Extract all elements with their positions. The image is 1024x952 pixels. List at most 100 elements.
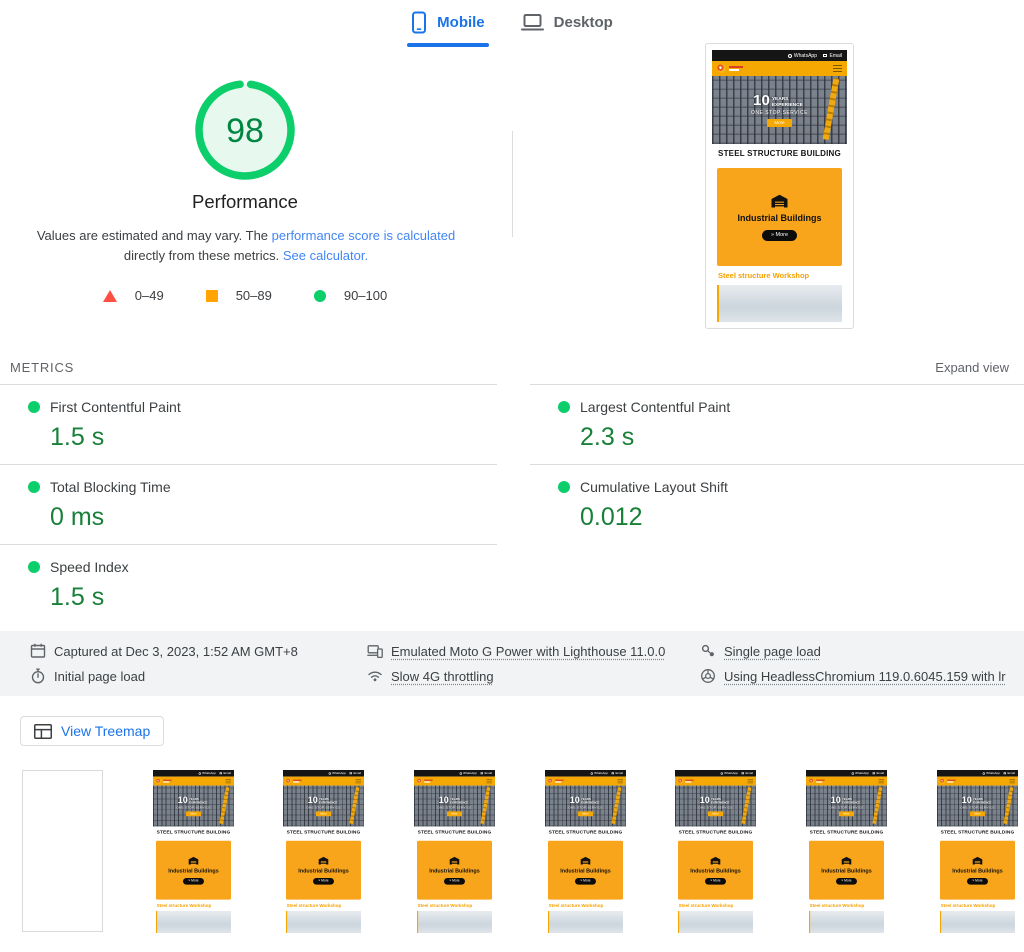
view-treemap-label: View Treemap <box>61 723 150 739</box>
whatsapp-link: WhatsApp <box>721 772 738 776</box>
footer-image <box>678 911 753 933</box>
device-text[interactable]: Emulated Moto G Power with Lighthouse 11… <box>391 644 665 659</box>
screenshot-header <box>283 777 364 786</box>
site-heading: STEEL STRUCTURE BUILDING <box>283 826 364 837</box>
disclaimer-text-2: directly from these metrics. <box>124 248 283 263</box>
hamburger-icon <box>356 779 361 784</box>
hero-button: More <box>970 811 985 816</box>
legend-pass: 90–100 <box>314 288 387 303</box>
metrics-column-left: First Contentful Paint 1.5 s Total Block… <box>0 384 497 624</box>
tab-desktop[interactable]: Desktop <box>517 0 617 47</box>
pagespeed-report: Mobile Desktop 98 Performance Values are… <box>0 0 1024 952</box>
env-throttling: Slow 4G throttling <box>367 668 700 684</box>
filmstrip-frame: WhatsApp Email 10 YEARS EXPERIENCE ONE S… <box>414 770 495 933</box>
see-calculator-link[interactable]: See calculator. <box>283 248 368 263</box>
whatsapp-label: WhatsApp <box>855 772 869 776</box>
site-heading: STEEL STRUCTURE BUILDING <box>937 826 1018 837</box>
hero-button: More <box>447 811 462 816</box>
site-screenshot: WhatsApp Email 10 YEARS EXPERIENCE ONE S… <box>712 50 847 322</box>
score-calc-link[interactable]: performance score is calculated <box>272 228 456 243</box>
metric-value: 0.012 <box>580 503 1024 532</box>
screenshot-header <box>712 61 847 76</box>
footer-image <box>548 911 623 933</box>
email-link: Email <box>873 772 884 776</box>
hero-banner: 10 YEARS EXPERIENCE ONE STOP SERVICE Mor… <box>153 786 234 827</box>
env-load-type: Initial page load <box>30 668 367 684</box>
card-more-button: » More <box>183 878 204 885</box>
stopwatch-icon <box>30 668 46 684</box>
logo-icon <box>548 778 553 783</box>
footer-image <box>156 911 231 933</box>
phone-glyph-icon <box>198 772 200 774</box>
load-type-text: Initial page load <box>54 669 145 684</box>
footer-image <box>940 911 1015 933</box>
hero-button: More <box>578 811 593 816</box>
email-label: Email <box>615 772 623 776</box>
card-title: Industrial Buildings <box>299 868 349 874</box>
captured-text: Captured at Dec 3, 2023, 1:52 AM GMT+8 <box>54 644 298 659</box>
view-treemap-button[interactable]: View Treemap <box>20 716 164 746</box>
sampling-text[interactable]: Single page load <box>724 644 821 659</box>
site-heading: STEEL STRUCTURE BUILDING <box>712 144 847 163</box>
metrics-column-right: Largest Contentful Paint 2.3 s Cumulativ… <box>530 384 1024 624</box>
site-heading: STEEL STRUCTURE BUILDING <box>153 826 234 837</box>
email-link: Email <box>1003 772 1014 776</box>
site-screenshot: WhatsApp Email 10 YEARS EXPERIENCE ONE S… <box>806 770 887 933</box>
phone-glyph-icon <box>590 772 592 774</box>
expand-view-button[interactable]: Expand view <box>935 360 1009 375</box>
logo-icon <box>156 778 161 783</box>
filmstrip-frame: WhatsApp Email 10 YEARS EXPERIENCE ONE S… <box>937 770 1018 933</box>
hero-banner: 10 YEARS EXPERIENCE ONE STOP SERVICE Mor… <box>675 786 756 827</box>
metric-speed-index: Speed Index 1.5 s <box>0 544 497 624</box>
pass-dot-icon <box>28 401 40 413</box>
hero-banner: 10 YEARS EXPERIENCE ONE STOP SERVICE Mor… <box>283 786 364 827</box>
score-legend: 0–49 50–89 90–100 <box>0 288 490 303</box>
env-column-3: Single page load Using HeadlessChromium … <box>700 643 1024 685</box>
card-more-button: » More <box>836 878 857 885</box>
email-label: Email <box>485 772 493 776</box>
site-logo <box>809 778 824 783</box>
footer-image <box>286 911 361 933</box>
hero-line2: ONE STOP SERVICE <box>751 110 808 116</box>
filmstrip-frame: WhatsApp Email 10 YEARS EXPERIENCE ONE S… <box>153 770 234 933</box>
crane-graphic <box>1003 787 1013 824</box>
logo-icon <box>417 778 422 783</box>
site-heading: STEEL STRUCTURE BUILDING <box>545 826 626 837</box>
laptop-icon <box>521 13 544 32</box>
phone-glyph-icon <box>982 772 984 774</box>
whatsapp-link: WhatsApp <box>198 772 215 776</box>
hero-button: More <box>317 811 332 816</box>
hero-line2: ONE STOP SERVICE <box>830 806 864 810</box>
whatsapp-link: WhatsApp <box>982 772 999 776</box>
hero-line1: YEARS EXPERIENCE <box>842 796 862 805</box>
hero-banner: 10 YEARS EXPERIENCE ONE STOP SERVICE Mor… <box>712 76 847 144</box>
hero-number: 10 <box>962 796 972 804</box>
metric-value: 1.5 s <box>50 583 497 612</box>
metrics-section-label: METRICS <box>10 360 74 375</box>
pass-dot-icon <box>558 401 570 413</box>
envelope-icon <box>873 772 876 774</box>
hero-number: 10 <box>569 796 579 804</box>
industrial-buildings-card: Industrial Buildings » More <box>417 841 492 900</box>
industrial-buildings-card: Industrial Buildings » More <box>548 841 623 900</box>
filmstrip-frame: WhatsApp Email 10 YEARS EXPERIENCE ONE S… <box>283 770 364 933</box>
sample-icon <box>700 643 716 659</box>
email-link: Email <box>611 772 622 776</box>
metrics-header: METRICS Expand view <box>0 360 1024 375</box>
env-column-1: Captured at Dec 3, 2023, 1:52 AM GMT+8 I… <box>30 643 367 685</box>
tab-mobile[interactable]: Mobile <box>407 0 489 47</box>
hero-banner: 10 YEARS EXPERIENCE ONE STOP SERVICE Mor… <box>414 786 495 827</box>
crane-graphic <box>742 787 752 824</box>
card-more-button: » More <box>575 878 596 885</box>
final-screenshot-thumbnail: WhatsApp Email 10 YEARS EXPERIENCE ONE S… <box>705 43 854 329</box>
warehouse-icon <box>188 856 198 864</box>
throttling-text[interactable]: Slow 4G throttling <box>391 669 494 684</box>
browser-text[interactable]: Using HeadlessChromium 119.0.6045.159 wi… <box>724 669 1006 684</box>
legend-fail-range: 0–49 <box>135 288 164 303</box>
phone-glyph-icon <box>329 772 331 774</box>
workshop-link: Steel structure Workshop <box>810 903 884 908</box>
email-label: Email <box>877 772 885 776</box>
metrics-grid: First Contentful Paint 1.5 s Total Block… <box>0 384 1024 624</box>
env-device: Emulated Moto G Power with Lighthouse 11… <box>367 643 700 659</box>
site-logo <box>286 778 301 783</box>
